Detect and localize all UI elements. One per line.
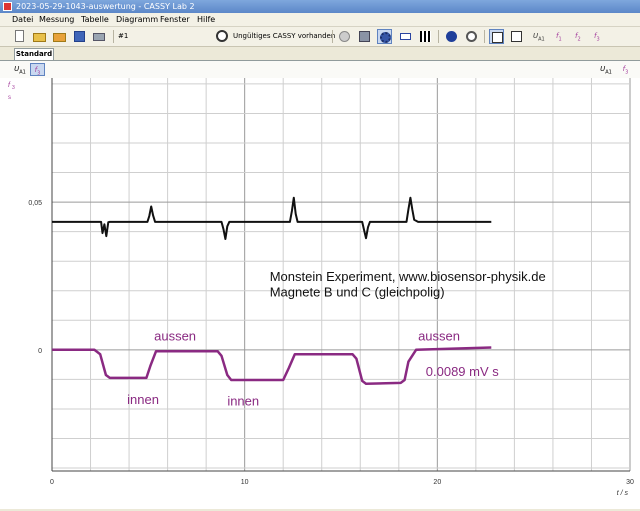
bluetooth-icon (339, 31, 350, 42)
window-a-button[interactable] (489, 29, 504, 44)
x-tick-label: 20 (433, 479, 441, 486)
reset-icon (466, 31, 477, 42)
bluetooth-button[interactable] (337, 29, 352, 44)
window-icon (511, 31, 522, 42)
x-tick-label: 10 (241, 479, 249, 486)
open-recent-button[interactable] (52, 29, 67, 44)
toolbar-separator (332, 30, 333, 43)
cassy-status: Ungültiges CASSY vorhanden (233, 32, 336, 40)
window-b-button[interactable] (509, 29, 524, 44)
x-tick-label: 30 (626, 479, 634, 486)
formula-f2-button[interactable]: f2 (575, 29, 581, 47)
diagram-area[interactable]: 0 10 20 30 0 0,05 Monstein Experiment, www.bi… (0, 78, 640, 509)
annotation-text: innen (227, 393, 259, 408)
formula-ua1-button[interactable]: UA1 (533, 29, 545, 47)
axis-ua1-button[interactable]: UA1 (11, 63, 29, 76)
line-chart[interactable]: 0 10 20 30 0 0,05 Monstein Experiment, www.bi… (0, 78, 640, 509)
modules-button[interactable] (357, 29, 372, 44)
toolbar: #1 Ungültiges CASSY vorhanden UA1 f1 f2 … (0, 27, 640, 69)
stopwatch-icon (216, 30, 228, 42)
annotation-text: aussen (418, 328, 460, 343)
y-axis-label-sub: 3 (12, 85, 15, 91)
reset-button[interactable] (464, 29, 479, 44)
toolbar-separator (484, 30, 485, 43)
formula-f3-button[interactable]: f3 (594, 29, 600, 47)
axis-ua1-right-button[interactable]: UA1 (597, 63, 615, 76)
y-axis-unit: s (8, 95, 11, 101)
annotations: Monstein Experiment, www.biosensor-physi… (127, 269, 546, 408)
menu-diagramm[interactable]: Diagramm (116, 14, 158, 25)
title-bar: 2023-05-29-1043-auswertung - CASSY Lab 2 (0, 0, 640, 13)
tick-labels: 0 10 20 30 0 0,05 (28, 200, 634, 486)
help-button[interactable] (444, 29, 459, 44)
qr-button[interactable] (418, 29, 433, 44)
annotation-text: Magnete B und C (gleichpolig) (270, 285, 445, 300)
toolbar-separator (438, 30, 439, 43)
annotation-text: aussen (154, 328, 196, 343)
window-icon (492, 32, 503, 43)
folder-recent-icon (53, 33, 66, 42)
annotation-text: 0.0089 mV s (426, 364, 499, 379)
menu-datei[interactable]: Datei (12, 14, 33, 25)
window-title: 2023-05-29-1043-auswertung - CASSY Lab 2 (16, 2, 195, 11)
menu-bar: Datei Messung Tabelle Diagramm Fenster H… (0, 13, 640, 27)
x-axis-label: t / s (617, 490, 629, 497)
menu-hilfe[interactable]: Hilfe (197, 14, 215, 25)
print-button[interactable] (92, 29, 107, 44)
qr-code-icon (420, 31, 431, 42)
annotation-text: innen (127, 392, 159, 407)
settings-button[interactable] (377, 29, 392, 44)
axis-f3-right-button[interactable]: f3 (618, 63, 633, 76)
measure-button[interactable] (215, 29, 230, 44)
new-file-icon (15, 30, 24, 42)
series-line-1 (52, 196, 492, 240)
annotation-text: Monstein Experiment, www.biosensor-physi… (270, 269, 546, 284)
gear-icon (380, 32, 391, 43)
channel-selector[interactable]: #1 (118, 29, 128, 44)
app-icon (3, 2, 12, 11)
toolbar-separator (113, 30, 114, 43)
help-icon (446, 31, 457, 42)
formula-f1-button[interactable]: f1 (556, 29, 562, 47)
x-tick-label: 0 (50, 479, 54, 486)
menu-messung[interactable]: Messung (39, 14, 74, 25)
tab-standard[interactable]: Standard (14, 48, 54, 60)
tab-strip: Standard (0, 47, 640, 61)
diagram-axis-bar: UA1 f3 UA1 f3 (0, 61, 640, 79)
menu-tabelle[interactable]: Tabelle (81, 14, 109, 25)
save-icon (74, 31, 85, 42)
print-icon (93, 33, 105, 41)
display-icon (400, 33, 411, 40)
y-axis-label: f (8, 82, 11, 89)
new-file-button[interactable] (12, 29, 27, 44)
y-tick-label: 0,05 (28, 200, 42, 207)
axis-f3-button[interactable]: f3 (30, 63, 45, 76)
display-button[interactable] (398, 29, 413, 44)
y-tick-label: 0 (38, 348, 42, 355)
save-button[interactable] (72, 29, 87, 44)
open-button[interactable] (32, 29, 47, 44)
modules-icon (359, 31, 370, 42)
menu-fenster[interactable]: Fenster (160, 14, 190, 25)
folder-icon (33, 33, 46, 42)
